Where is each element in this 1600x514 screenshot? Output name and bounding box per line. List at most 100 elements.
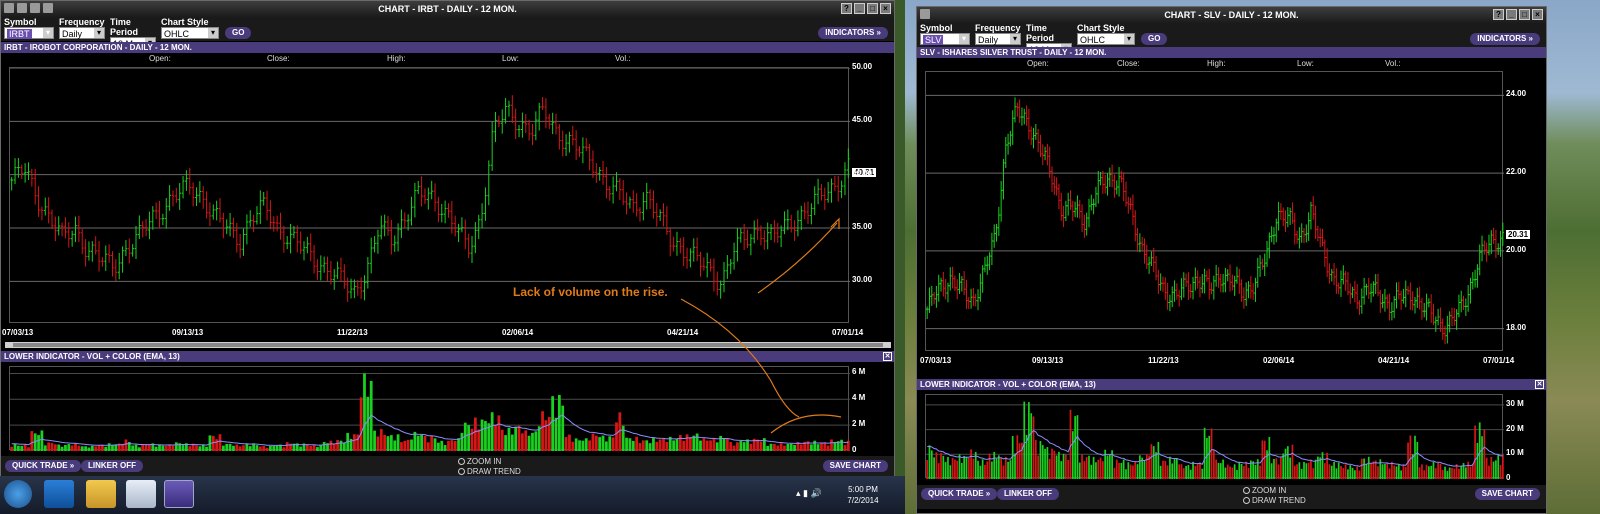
- volume-bar: [1458, 468, 1460, 479]
- save-chart-button[interactable]: SAVE CHART: [1474, 488, 1540, 500]
- volume-bar: [1180, 464, 1183, 479]
- style-field: Chart Style OHLC: [1077, 23, 1135, 45]
- price-tick-label: 30.00: [852, 275, 873, 285]
- volume-bar: [1259, 465, 1261, 479]
- frequency-label: Frequency: [975, 23, 1021, 33]
- quick-trade-button[interactable]: QUICK TRADE »: [5, 460, 82, 472]
- volume-bar: [1030, 413, 1033, 479]
- volume-bar: [1335, 468, 1338, 479]
- symbol-field: Symbol SLV: [920, 23, 970, 45]
- price-tick-label: 50.00: [852, 62, 873, 71]
- volume-bar: [1169, 456, 1171, 479]
- volume-bar: [1275, 458, 1278, 479]
- volume-bar: [1090, 464, 1093, 479]
- volume-bar: [935, 452, 938, 479]
- volume-bar: [930, 450, 933, 479]
- price-chart: [925, 94, 1505, 345]
- taskbar-clock[interactable]: 5:00 PM 7/2/2014: [838, 484, 888, 506]
- volume-bar: [997, 455, 1000, 479]
- draw-trend-radio[interactable]: DRAW TREND: [458, 467, 521, 476]
- volume-bar: [1044, 448, 1046, 479]
- close-icon[interactable]: ×: [1532, 9, 1543, 20]
- minimize-icon[interactable]: _: [1506, 9, 1517, 20]
- volume-chart: [926, 401, 1504, 480]
- system-tray-icons[interactable]: ▴ ▮ 🔊: [796, 488, 822, 499]
- volume-bar: [1298, 462, 1301, 479]
- linker-off-button[interactable]: LINKER OFF: [81, 460, 143, 472]
- lower-indicator-header: LOWER INDICATOR - VOL + COLOR (EMA, 13) …: [917, 379, 1546, 390]
- volume-bar: [1002, 465, 1005, 479]
- volume-bar: [1224, 467, 1227, 479]
- window-title: CHART - SLV - DAILY - 12 MON.: [1164, 10, 1299, 20]
- media-player-icon[interactable]: [126, 480, 156, 508]
- maximize-icon[interactable]: □: [1519, 9, 1530, 20]
- style-select[interactable]: OHLC: [1077, 33, 1135, 45]
- volume-bar: [1132, 465, 1134, 479]
- volume-bar: [1201, 468, 1204, 479]
- charting-app-icon[interactable]: [164, 480, 194, 508]
- volume-bar: [1277, 464, 1280, 479]
- volume-bar: [1092, 456, 1095, 479]
- volume-bar: [1312, 468, 1315, 479]
- volume-bar: [1125, 469, 1127, 479]
- volume-bar: [1143, 460, 1146, 479]
- linker-off-button[interactable]: LINKER OFF: [997, 488, 1059, 500]
- date-tick-label: 11/22/13: [1148, 356, 1179, 365]
- volume-bar: [1185, 465, 1187, 479]
- volume-bar: [951, 457, 954, 479]
- volume-bar: [1425, 464, 1428, 479]
- save-chart-button[interactable]: SAVE CHART: [822, 460, 888, 472]
- file-explorer-icon[interactable]: [86, 480, 116, 508]
- frequency-select[interactable]: Daily: [975, 33, 1021, 45]
- volume-bar: [1476, 442, 1479, 479]
- help-icon[interactable]: ?: [1493, 9, 1504, 20]
- volume-bar: [1199, 462, 1201, 479]
- volume-bar: [1416, 442, 1419, 479]
- indicators-button[interactable]: INDICATORS »: [1470, 33, 1540, 45]
- date-tick-label: 07/01/14: [832, 328, 864, 337]
- volume-bar: [1118, 462, 1120, 479]
- volume-bar: [1478, 422, 1481, 479]
- chart-icon[interactable]: [920, 9, 930, 19]
- price-tick-label: 35.00: [852, 222, 873, 231]
- volume-bar: [1342, 468, 1345, 479]
- zoom-in-radio[interactable]: ZOOM IN: [458, 457, 501, 466]
- window-titlebar[interactable]: CHART - SLV - DAILY - 12 MON. ? _ □ ×: [917, 7, 1546, 23]
- draw-trend-radio[interactable]: DRAW TREND: [1243, 496, 1306, 505]
- volume-bar: [1492, 461, 1495, 479]
- symbol-input[interactable]: SLV: [920, 33, 970, 45]
- volume-bar: [1108, 454, 1111, 479]
- volume-bar: [1499, 464, 1502, 479]
- volume-bar: [1268, 437, 1271, 479]
- volume-bar: [1393, 465, 1396, 479]
- volume-bar: [954, 459, 956, 479]
- ohlc-label: Vol.:: [1385, 59, 1401, 68]
- volume-bar: [1217, 462, 1220, 479]
- quick-trade-button[interactable]: QUICK TRADE »: [921, 488, 998, 500]
- volume-bar: [1083, 461, 1086, 479]
- volume-bar: [1208, 435, 1211, 479]
- close-indicator-icon[interactable]: ✕: [1535, 380, 1544, 389]
- desktop: CHART - IRBT - DAILY - 12 MON. ? _ □ × S…: [0, 0, 1600, 514]
- go-button[interactable]: GO: [1141, 33, 1168, 45]
- price-plot[interactable]: [925, 71, 1505, 351]
- volume-plot[interactable]: [925, 394, 1504, 480]
- volume-bar: [1145, 454, 1148, 479]
- volume-bar: [1076, 415, 1079, 479]
- volume-bar: [1229, 466, 1231, 479]
- volume-bar: [1367, 456, 1370, 479]
- volume-bar: [1282, 453, 1285, 479]
- volume-bar: [1280, 456, 1282, 479]
- volume-bar: [1451, 467, 1453, 479]
- volume-bar: [1051, 448, 1053, 479]
- volume-bar: [1192, 461, 1194, 479]
- volume-bar: [1155, 452, 1157, 479]
- period-label: Time Period: [1026, 23, 1055, 43]
- volume-bar: [1434, 468, 1437, 479]
- ohlc-label: Low:: [1297, 59, 1314, 68]
- volume-bar: [1162, 460, 1164, 479]
- zoom-in-radio[interactable]: ZOOM IN: [1243, 486, 1286, 495]
- start-button-icon[interactable]: [4, 480, 32, 508]
- volume-bar: [933, 457, 935, 479]
- internet-explorer-icon[interactable]: [44, 480, 74, 508]
